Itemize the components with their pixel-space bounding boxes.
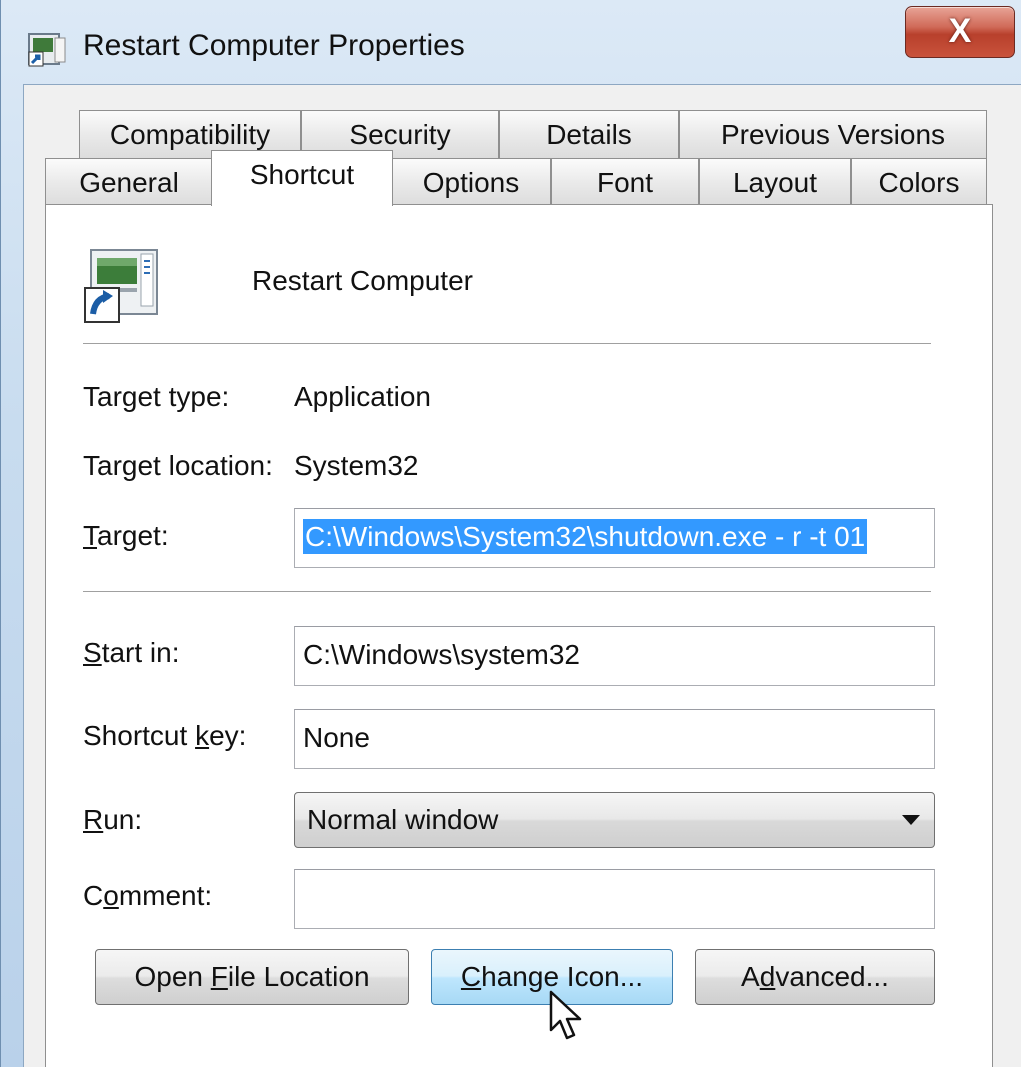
target-location-value: System32 [294,450,419,481]
separator-middle [83,591,931,593]
target-location-label: Target location: [83,450,273,481]
shortcut-key-label: Shortcut key: [83,720,247,751]
tab-general[interactable]: General [45,158,213,206]
target-type-value: Application [294,381,431,412]
window-title: Restart Computer Properties [83,29,465,62]
tab-details[interactable]: Details [499,110,679,158]
open-file-location-button[interactable]: Open File Location [95,949,409,1005]
properties-window: Restart Computer Properties X Compatibil… [0,0,1021,1067]
shortcut-name: Restart Computer [252,265,473,296]
title-bar[interactable]: Restart Computer Properties X [1,0,1021,86]
close-icon: X [948,12,972,50]
advanced-button[interactable]: Advanced... [695,949,935,1005]
shortcut-file-icon [84,249,158,323]
separator-top [83,343,931,345]
target-input-selected-text: C:\Windows\System32\shutdown.exe - r -t … [303,519,868,554]
target-label: Target: [83,520,169,551]
tab-layout[interactable]: Layout [699,158,851,206]
tab-font[interactable]: Font [551,158,699,206]
tab-options[interactable]: Options [391,158,551,206]
shortcut-key-input[interactable]: None [294,709,935,769]
shortcut-app-icon [28,33,66,67]
start-in-input[interactable]: C:\Windows\system32 [294,626,935,686]
chevron-down-icon [902,815,920,825]
tab-colors[interactable]: Colors [851,158,987,206]
tab-previous-versions[interactable]: Previous Versions [679,110,987,158]
close-button[interactable]: X [905,6,1015,58]
comment-input[interactable] [294,869,935,929]
mouse-pointer-icon [549,990,582,1040]
comment-label: Comment: [83,880,213,911]
start-in-label: Start in: [83,637,180,668]
tab-shortcut[interactable]: Shortcut [211,150,393,206]
target-input[interactable]: C:\Windows\System32\shutdown.exe - r -t … [294,508,935,568]
run-label: Run: [83,804,143,835]
target-type-label: Target type: [83,381,230,412]
run-select[interactable]: Normal window [294,792,935,848]
run-select-value: Normal window [307,804,499,835]
